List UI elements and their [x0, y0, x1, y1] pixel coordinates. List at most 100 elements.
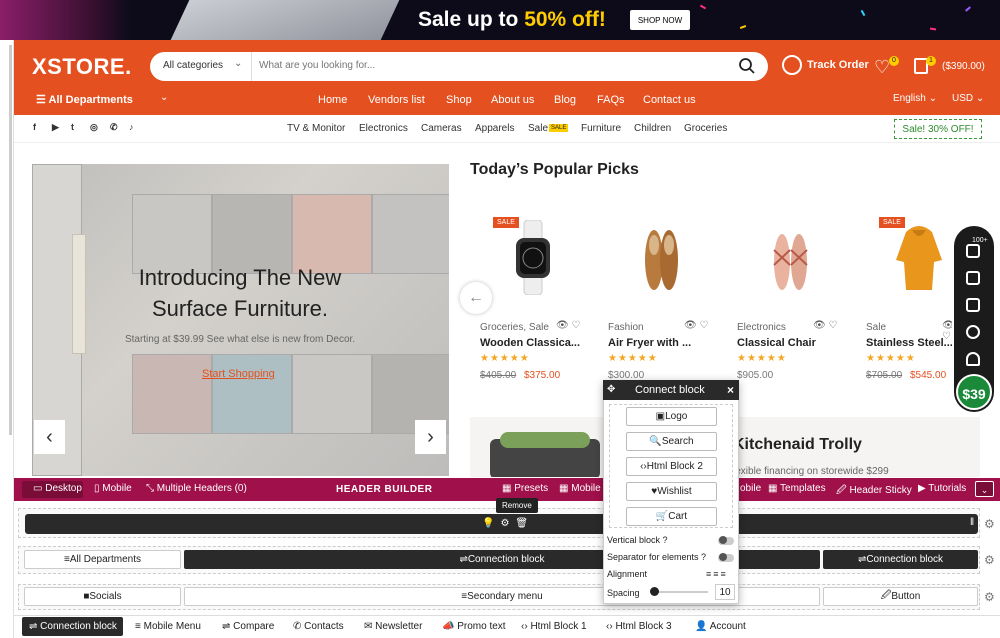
product-card[interactable]: Electronics 👁 ♡ Classical Chair ★★★★★ $9… [727, 210, 847, 381]
spacing-slider-handle[interactable] [650, 587, 659, 596]
document-icon[interactable] [966, 298, 980, 312]
all-departments-block[interactable]: ≡ All Departments [24, 550, 181, 569]
browser-icon[interactable] [966, 271, 980, 285]
instagram-icon[interactable]: ◎ [90, 122, 98, 133]
header-sticky-button[interactable]: 🖉 Header Sticky [836, 483, 912, 500]
element-promo-text[interactable]: 📣 Promo text [442, 621, 506, 632]
whatsapp-icon[interactable]: ✆ [110, 122, 118, 133]
subnav-apparels[interactable]: Apparels [475, 123, 514, 134]
slider-prev-button[interactable]: ‹ [34, 420, 65, 454]
quick-view-wishlist-icons[interactable]: 👁 ♡ [813, 320, 837, 331]
track-order-link[interactable]: Track Order [782, 55, 869, 75]
desktop-tab-label[interactable]: ▭ Desktop [33, 483, 82, 494]
scrollbar[interactable] [9, 45, 12, 435]
product-name[interactable]: Classical Chair [737, 337, 816, 349]
templates-button[interactable]: ▦ Templates [768, 483, 826, 494]
move-icon[interactable]: ✥ [607, 384, 615, 395]
product-category[interactable]: Fashion [608, 322, 644, 333]
youtube-icon[interactable]: ▶ [52, 122, 59, 133]
layers-icon[interactable] [966, 244, 980, 258]
twitter-icon[interactable]: t [71, 122, 74, 132]
site-logo[interactable]: XSTORE. [32, 54, 132, 80]
nav-shop[interactable]: Shop [446, 94, 472, 106]
all-departments-menu[interactable]: ☰ All Departments [36, 93, 133, 106]
search-input[interactable] [259, 60, 719, 71]
products-prev-arrow[interactable]: ← [460, 282, 492, 314]
sale-30-off-button[interactable]: Sale! 30% OFF! [894, 119, 982, 139]
gear-icon[interactable]: ⚙ [984, 590, 995, 604]
close-icon[interactable]: × [727, 383, 734, 397]
play-icon[interactable] [966, 325, 980, 339]
row-actions[interactable]: 💡⚙🗑 [482, 518, 534, 529]
tutorials-button[interactable]: ▶ Tutorials [918, 483, 966, 494]
subnav-sale[interactable]: Sale [528, 123, 548, 134]
alignment-buttons[interactable]: ≡≡≡ [706, 569, 728, 579]
subnav-furniture[interactable]: Furniture [581, 123, 621, 134]
nav-home[interactable]: Home [318, 94, 347, 106]
element-html-block-3[interactable]: ‹› Html Block 3 [606, 621, 672, 632]
separator-toggle[interactable] [718, 553, 734, 562]
presets-button[interactable]: ▦ Presets [502, 483, 548, 494]
popup-search-block[interactable]: 🔍 Search [626, 432, 717, 451]
nav-blog[interactable]: Blog [554, 94, 576, 106]
product-category[interactable]: Sale [866, 322, 886, 333]
chevron-down-icon[interactable]: ⌄ [234, 58, 242, 69]
wishlist-heart-icon[interactable]: ♡ [874, 57, 890, 78]
element-newsletter[interactable]: ✉ Newsletter [364, 621, 422, 632]
popup-wishlist-block[interactable]: ♥ Wishlist [626, 482, 717, 501]
product-name[interactable]: Stainless Steel... [866, 337, 952, 349]
nav-about-us[interactable]: About us [491, 94, 534, 106]
subnav-electronics[interactable]: Electronics [359, 123, 408, 134]
product-name[interactable]: Air Fryer with ... [608, 337, 691, 349]
popup-logo-block[interactable]: ▣ Logo [626, 407, 717, 426]
spacing-value[interactable]: 10 [715, 584, 735, 600]
currency-select[interactable]: USD ⌄ [952, 93, 984, 104]
nav-vendors-list[interactable]: Vendors list [368, 94, 425, 106]
popup-html-block-2[interactable]: ‹› Html Block 2 [626, 457, 717, 476]
slider-next-button[interactable]: › [415, 420, 446, 454]
product-name[interactable]: Wooden Classica... [480, 337, 580, 349]
gear-icon[interactable]: ⚙ [984, 553, 995, 567]
mobile-button-partial[interactable]: obile [740, 483, 761, 494]
cart-total[interactable]: ($390.00) [942, 61, 985, 72]
element-compare[interactable]: ⇌ Compare [222, 621, 274, 632]
nav-contact-us[interactable]: Contact us [643, 94, 696, 106]
quick-view-wishlist-icons[interactable]: 👁 ♡ [556, 320, 580, 331]
facebook-icon[interactable]: f [33, 122, 36, 132]
product-category[interactable]: Groceries, Sale [480, 322, 549, 333]
product-category[interactable]: Electronics [737, 322, 786, 333]
element-html-block-1[interactable]: ‹› Html Block 1 [521, 621, 587, 632]
shop-now-button[interactable]: SHOP NOW [630, 10, 690, 30]
multiple-headers-tab[interactable]: ⤡ Multiple Headers (0) [146, 483, 247, 494]
element-contacts[interactable]: ✆ Contacts [293, 621, 344, 632]
subnav-tv-monitor[interactable]: TV & Monitor [287, 123, 345, 134]
subnav-cameras[interactable]: Cameras [421, 123, 462, 134]
category-select[interactable]: All categories [163, 60, 223, 71]
subnav-children[interactable]: Children [634, 123, 671, 134]
nav-faqs[interactable]: FAQs [597, 94, 625, 106]
product-card[interactable]: SALE Sale 👁 ♡ Stainless Steel... ★★★★★ $… [856, 210, 952, 380]
search-icon[interactable] [738, 57, 756, 75]
drag-handle-icon[interactable]: ‖ [970, 517, 974, 528]
chevron-down-icon[interactable]: ⌄ [975, 481, 994, 497]
socials-block[interactable]: ■ Socials [24, 587, 181, 606]
gear-icon[interactable]: ⚙ [984, 517, 995, 531]
mobile-tab[interactable]: ▯ Mobile [94, 483, 132, 494]
language-select[interactable]: English ⌄ [893, 93, 937, 104]
element-connection-block[interactable]: ⇌ Connection block [29, 621, 117, 632]
vertical-block-toggle[interactable] [718, 536, 734, 545]
quick-view-wishlist-icons[interactable]: 👁 ♡ [684, 320, 708, 331]
product-card[interactable]: Fashion 👁 ♡ Air Fryer with ... ★★★★★ $30… [598, 210, 718, 381]
element-account[interactable]: 👤 Account [695, 621, 746, 632]
chevron-down-icon[interactable]: ⌄ [160, 92, 168, 103]
button-block[interactable]: 🖉 Button [823, 587, 978, 606]
start-shopping-link[interactable]: Start Shopping [202, 368, 275, 380]
mobile-builder-button[interactable]: ▦ Mobile I [559, 483, 606, 494]
headset-icon[interactable] [966, 352, 980, 366]
popup-cart-block[interactable]: 🛒 Cart [626, 507, 717, 526]
subnav-groceries[interactable]: Groceries [684, 123, 727, 134]
connection-block-right[interactable]: ⇌ Connection block [823, 550, 978, 569]
promo-banner[interactable]: Sale up to 50% off! SHOP NOW [0, 0, 1000, 40]
element-mobile-menu[interactable]: ≡ Mobile Menu [135, 621, 201, 632]
price-badge[interactable]: $39 [956, 374, 992, 410]
